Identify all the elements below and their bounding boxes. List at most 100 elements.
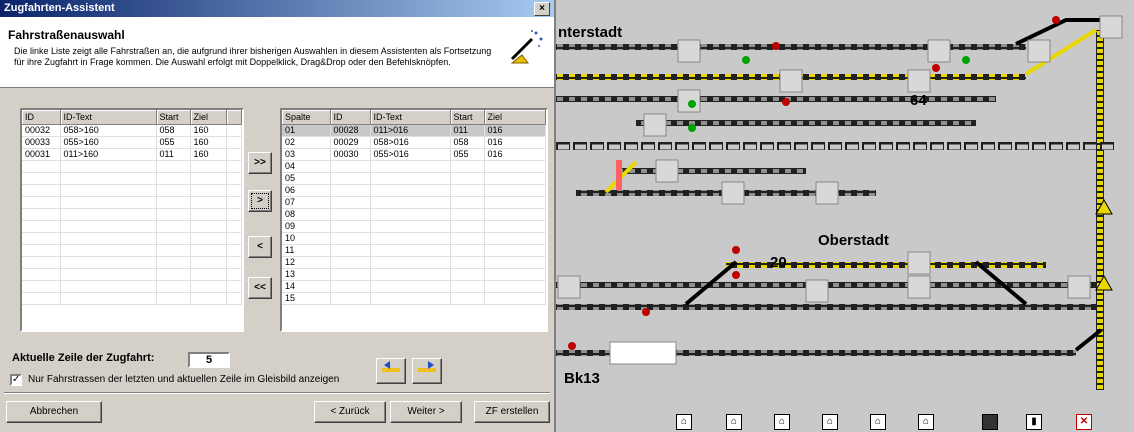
table-row[interactable]: 13 — [282, 268, 546, 281]
table-row[interactable] — [22, 184, 242, 197]
table-row[interactable]: 02 00029 058>016 058 016 — [282, 136, 546, 149]
table-row[interactable] — [22, 220, 242, 233]
table-cell — [226, 148, 242, 161]
table-cell: 055 — [450, 148, 485, 161]
table-row[interactable]: 07 — [282, 196, 546, 209]
table-row[interactable]: 06 — [282, 184, 546, 197]
table-cell — [484, 160, 546, 173]
table-row[interactable]: 15 — [282, 292, 546, 305]
move-row-up-icon — [382, 361, 400, 372]
table-cell — [22, 196, 61, 209]
table-cell — [60, 244, 157, 257]
table-cell — [190, 280, 227, 293]
table-cell — [226, 220, 242, 233]
table-row[interactable] — [22, 232, 242, 245]
contrast-icon[interactable] — [982, 414, 998, 430]
table-cell — [484, 232, 546, 245]
current-row-field[interactable]: 5 — [188, 352, 230, 368]
table-row[interactable]: 04 — [282, 160, 546, 173]
table-row[interactable] — [22, 208, 242, 221]
table-cell — [22, 232, 61, 245]
table-row[interactable]: 12 — [282, 256, 546, 269]
disabled-train-icon[interactable]: ✕ — [1076, 414, 1092, 430]
table-cell — [450, 280, 485, 293]
station-label-unterstadt: nterstadt — [558, 24, 623, 41]
table-row[interactable]: 00033 055>160 055 160 — [22, 136, 242, 149]
column-header[interactable]: ID — [22, 110, 61, 125]
table-row[interactable] — [22, 256, 242, 269]
next-button[interactable]: Weiter > — [390, 401, 462, 423]
column-header[interactable]: Ziel — [190, 110, 227, 125]
filter-checkbox[interactable]: ✓ — [10, 374, 22, 386]
station-icon[interactable]: ⌂ — [822, 414, 838, 430]
table-cell — [60, 208, 157, 221]
table-cell: 160 — [190, 148, 227, 161]
column-header[interactable]: ID — [330, 110, 371, 125]
table-row[interactable] — [22, 160, 242, 173]
table-cell: 055>160 — [60, 136, 157, 149]
add-all-button[interactable]: >> — [248, 152, 272, 174]
table-row[interactable]: 05 — [282, 172, 546, 185]
table-row[interactable]: 03 00030 055>016 055 016 — [282, 148, 546, 161]
cancel-button[interactable]: Abbrechen — [6, 401, 102, 423]
route-sequence-list[interactable]: Spalte ID ID-Text Start Ziel 01 00028 011>016 0… — [280, 108, 548, 332]
table-row[interactable]: 08 — [282, 208, 546, 221]
table-cell: 11 — [282, 244, 331, 257]
table-cell — [156, 244, 191, 257]
table-row[interactable]: 10 — [282, 232, 546, 245]
table-cell — [156, 160, 191, 173]
close-button[interactable]: × — [534, 2, 550, 16]
table-row[interactable]: 11 — [282, 244, 546, 257]
table-cell: 00031 — [22, 148, 61, 161]
table-cell — [330, 244, 371, 257]
add-one-button[interactable]: > — [248, 190, 272, 212]
available-routes-list[interactable]: ID ID-Text Start Ziel 00032 058>160 058 160 000… — [20, 108, 244, 332]
table-row[interactable] — [22, 292, 242, 305]
table-cell — [190, 196, 227, 209]
table-row[interactable] — [22, 172, 242, 185]
table-cell: 05 — [282, 172, 331, 185]
table-row[interactable]: 01 00028 011>016 011 016 — [282, 124, 546, 137]
table-cell — [60, 172, 157, 185]
table-cell: 09 — [282, 220, 331, 233]
column-header[interactable]: ID-Text — [60, 110, 157, 125]
table-cell — [156, 268, 191, 281]
column-header[interactable]: Start — [156, 110, 191, 125]
column-header[interactable]: Spalte — [282, 110, 331, 125]
column-header-filler — [226, 110, 242, 125]
table-row[interactable] — [22, 280, 242, 293]
station-icon[interactable]: ⌂ — [726, 414, 742, 430]
column-header[interactable]: Ziel — [484, 110, 546, 125]
table-cell — [450, 208, 485, 221]
table-row[interactable] — [22, 244, 242, 257]
table-cell — [484, 208, 546, 221]
table-cell — [226, 160, 242, 173]
table-cell — [190, 208, 227, 221]
lighthouse-icon[interactable]: ▮ — [1026, 414, 1042, 430]
column-header[interactable]: ID-Text — [370, 110, 451, 125]
table-cell — [370, 292, 451, 305]
remove-all-button[interactable]: << — [248, 277, 272, 299]
table-row[interactable] — [22, 196, 242, 209]
remove-one-button[interactable]: < — [248, 236, 272, 258]
table-cell — [370, 244, 451, 257]
table-row[interactable]: 09 — [282, 220, 546, 233]
move-row-down-button[interactable] — [412, 358, 442, 384]
table-row[interactable]: 00032 058>160 058 160 — [22, 124, 242, 137]
table-row[interactable] — [22, 268, 242, 281]
table-cell — [330, 160, 371, 173]
station-icon[interactable]: ⌂ — [676, 414, 692, 430]
station-icon[interactable]: ⌂ — [774, 414, 790, 430]
column-header[interactable]: Start — [450, 110, 485, 125]
table-row[interactable]: 14 — [282, 280, 546, 293]
move-row-up-button[interactable] — [376, 358, 406, 384]
station-icon[interactable]: ⌂ — [870, 414, 886, 430]
back-button[interactable]: < Zurück — [314, 401, 386, 423]
create-train-route-button[interactable]: ZF erstellen — [474, 401, 550, 423]
table-row[interactable]: 00031 011>160 011 160 — [22, 148, 242, 161]
table-cell: 15 — [282, 292, 331, 305]
table-cell — [22, 280, 61, 293]
table-cell: 011>160 — [60, 148, 157, 161]
station-icon[interactable]: ⌂ — [918, 414, 934, 430]
table-cell — [190, 292, 227, 305]
